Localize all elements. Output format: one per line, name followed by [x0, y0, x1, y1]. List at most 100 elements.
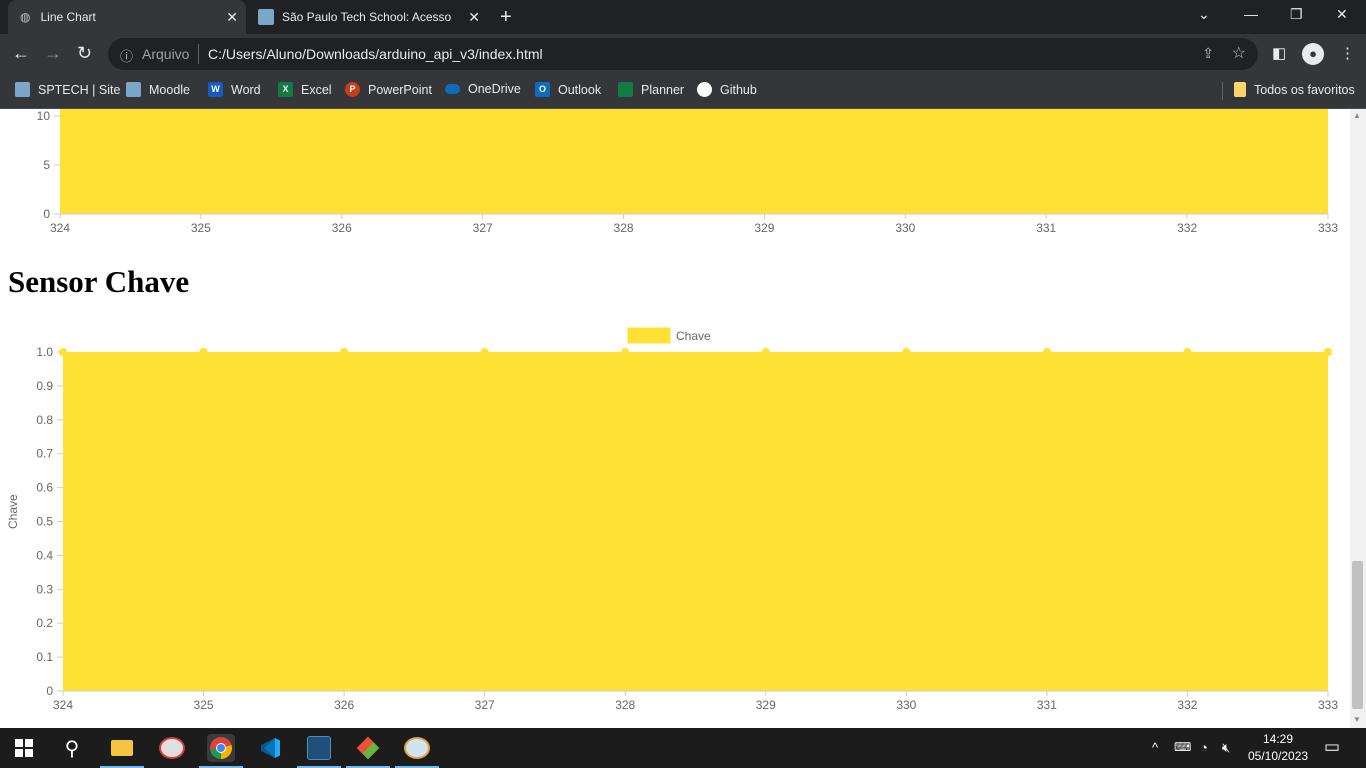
bookmark-label: Github: [720, 82, 757, 97]
bookmark-excel[interactable]: X Excel: [278, 82, 332, 97]
bookmark-word[interactable]: W Word: [208, 82, 261, 97]
sptech-icon: [15, 82, 30, 97]
github-icon: [697, 82, 712, 97]
x-tick-label: 331: [1036, 221, 1056, 235]
sptech-icon: [258, 9, 274, 25]
date: 05/10/2023: [1248, 749, 1309, 763]
paint-3d-icon[interactable]: [395, 734, 439, 768]
chrome-icon[interactable]: [199, 734, 243, 768]
bookmark-label: OneDrive: [468, 82, 521, 96]
y-tick-label: 0.3: [36, 582, 53, 596]
time: 14:29: [1262, 732, 1294, 746]
bookmarks-bar: SPTECH | Site Moodle W Word X Excel P Power…: [0, 74, 1366, 109]
back-icon[interactable]: ←: [12, 43, 30, 64]
y-tick-label: 0.9: [36, 379, 53, 393]
restore-button[interactable]: ❐: [1290, 6, 1303, 23]
bookmark-onedrive[interactable]: OneDrive: [445, 82, 521, 96]
start-icon[interactable]: [10, 734, 38, 762]
y-tick-label: 0.2: [36, 616, 53, 630]
bookmark-github[interactable]: Github: [697, 82, 757, 97]
new-tab-button[interactable]: +: [500, 6, 512, 29]
data-point: [1324, 348, 1332, 356]
area-fill: [63, 352, 1328, 691]
x-tick-label: 324: [53, 698, 73, 712]
tab-line-chart[interactable]: ◍ Line Chart ✕: [8, 0, 246, 34]
chart-top: 0 5 10 324 325 326 327 328 329 330 331 332 333: [37, 109, 1338, 235]
notifications-icon[interactable]: ▭: [1324, 737, 1340, 757]
y-tick-label: 10: [37, 109, 51, 123]
data-point: [1183, 348, 1192, 356]
minimize-button[interactable]: —: [1244, 6, 1258, 22]
y-tick-label: 0.6: [36, 481, 53, 495]
bookmark-star-icon[interactable]: ☆: [1232, 43, 1246, 63]
tab-title: Line Chart: [40, 10, 96, 24]
file-explorer-icon[interactable]: [100, 734, 144, 768]
tab-search-icon[interactable]: ⌄: [1198, 6, 1210, 23]
bookmark-label: PowerPoint: [368, 82, 432, 97]
mysql-workbench-icon[interactable]: [297, 734, 341, 768]
close-window-button[interactable]: ✕: [1336, 6, 1348, 23]
data-point: [761, 348, 770, 356]
divider: [198, 44, 199, 64]
menu-icon[interactable]: ⋮: [1340, 44, 1355, 62]
y-tick-label: 5: [43, 158, 50, 172]
bookmark-powerpoint[interactable]: P PowerPoint: [345, 82, 432, 97]
search-icon[interactable]: ⚲: [58, 734, 86, 762]
close-tab-icon[interactable]: ✕: [226, 9, 238, 26]
git-icon[interactable]: [346, 734, 390, 768]
x-tick-label: 324: [50, 221, 70, 235]
forward-icon[interactable]: →: [44, 43, 62, 64]
close-tab-icon[interactable]: ✕: [468, 9, 480, 26]
page-scrollbar[interactable]: ▲ ▼: [1350, 109, 1366, 728]
data-point: [59, 348, 67, 356]
network-icon[interactable]: ◔: [1200, 740, 1208, 755]
x-tick-label: 333: [1318, 698, 1338, 712]
y-tick-label: 0.5: [36, 515, 53, 529]
section-title: Sensor Chave: [8, 264, 190, 299]
x-tick-label: 332: [1177, 698, 1197, 712]
y-tick-label: 0.1: [36, 650, 53, 664]
all-favorites[interactable]: Todos os favoritos: [1234, 82, 1355, 97]
tab-sptech[interactable]: São Paulo Tech School: Acesso a ✕: [250, 0, 488, 34]
profile-icon[interactable]: ●: [1302, 43, 1324, 65]
x-tick-label: 329: [754, 221, 774, 235]
keyboard-icon[interactable]: ⌨: [1174, 740, 1191, 754]
reload-icon[interactable]: ↻: [77, 43, 92, 64]
x-tick-label: 330: [896, 698, 916, 712]
bookmark-planner[interactable]: Planner: [618, 82, 684, 97]
volume-muted-icon[interactable]: 🔇︎: [1222, 740, 1230, 756]
paint-icon[interactable]: [158, 734, 186, 762]
address-bar[interactable]: ⓘ Arquivo C:/Users/Aluno/Downloads/ardui…: [108, 38, 1258, 70]
legend-label: Chave: [676, 329, 711, 343]
clock[interactable]: 14:29 05/10/2023: [1248, 731, 1308, 765]
divider: [1222, 82, 1223, 100]
data-point: [480, 348, 489, 356]
x-tick-label: 325: [191, 221, 211, 235]
scroll-thumb[interactable]: [1352, 561, 1363, 709]
moodle-icon: [126, 82, 141, 97]
bookmark-sptech[interactable]: SPTECH | Site: [15, 82, 120, 97]
scroll-up-icon[interactable]: ▲: [1353, 111, 1361, 120]
x-tick-label: 328: [614, 221, 634, 235]
area-fill: [60, 109, 1328, 214]
globe-icon: ◍: [20, 10, 31, 24]
scroll-down-icon[interactable]: ▼: [1353, 715, 1361, 724]
legend-swatch: [627, 327, 671, 344]
tray-chevron-icon[interactable]: ^: [1152, 740, 1158, 755]
data-point: [902, 348, 911, 356]
folder-icon: [1234, 82, 1246, 97]
url-text[interactable]: C:/Users/Aluno/Downloads/arduino_api_v3/…: [208, 46, 543, 62]
bookmark-outlook[interactable]: O Outlook: [535, 82, 601, 97]
bookmark-label: Moodle: [149, 82, 190, 97]
x-tick-label: 328: [615, 698, 635, 712]
x-tick-label: 325: [194, 698, 214, 712]
browser-toolbar: ← → ↻ ⓘ Arquivo C:/Users/Aluno/Downloads…: [0, 34, 1366, 74]
info-icon[interactable]: ⓘ: [120, 46, 133, 65]
share-icon[interactable]: ⇪: [1202, 45, 1214, 62]
side-panel-icon[interactable]: ◧: [1272, 44, 1286, 62]
tab-title: São Paulo Tech School: Acesso a: [282, 10, 452, 24]
planner-icon: [618, 82, 633, 97]
bookmark-label: Outlook: [558, 82, 602, 97]
bookmark-moodle[interactable]: Moodle: [126, 82, 190, 97]
vscode-icon[interactable]: [256, 734, 284, 762]
